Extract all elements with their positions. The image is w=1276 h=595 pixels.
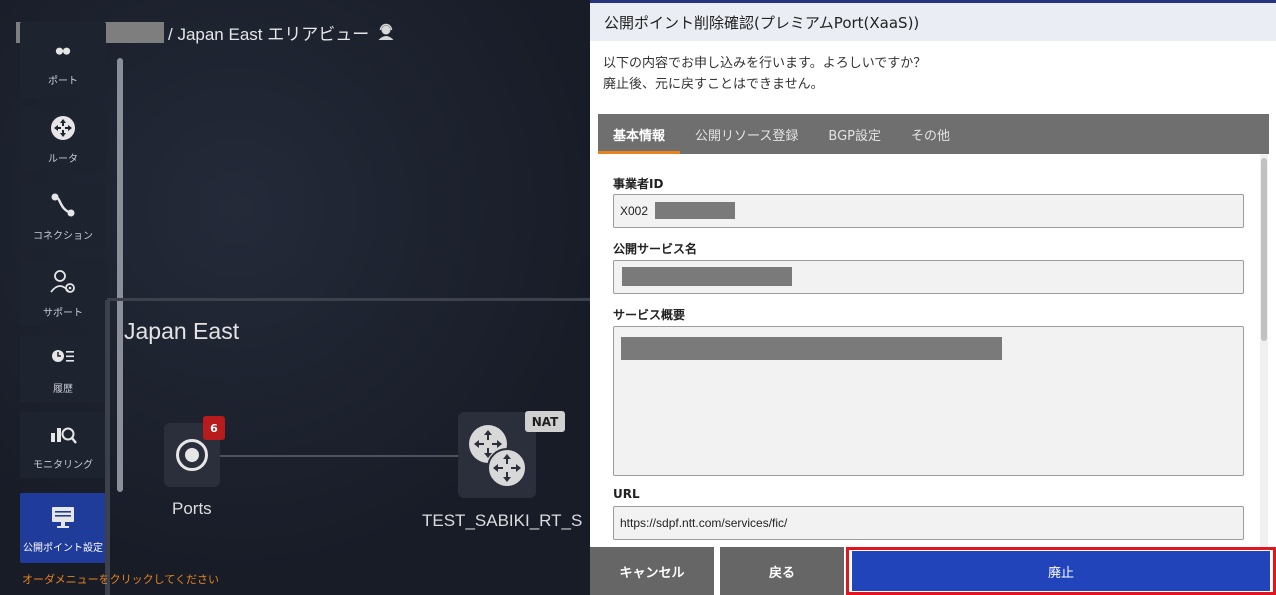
tab-public-resource[interactable]: 公開リソース登録	[680, 114, 813, 154]
sidebar-item-label: 履歴	[53, 383, 73, 395]
operator-id-label: 事業者ID	[613, 177, 664, 191]
sidebar-item-label: コネクション	[33, 230, 93, 242]
area-view: / Japan East エリアビュー ポート ルータ コネクション サポート …	[0, 0, 590, 595]
dialog-message: 以下の内容でお申し込みを行います。よろしいですか？ 廃止後、元に戻すことはできま…	[603, 53, 926, 95]
delete-confirm-dialog: 公開ポイント削除確認(プレミアムPort(XaaS)) 以下の内容でお申し込みを…	[590, 0, 1276, 595]
message-line: 以下の内容でお申し込みを行います。よろしいですか？	[603, 56, 927, 71]
operator-id-value: X002	[620, 204, 649, 218]
monitoring-icon	[51, 427, 77, 444]
sidebar-item-public-point[interactable]: 公開ポイント設定	[20, 493, 106, 563]
support-icon	[50, 269, 75, 293]
port-icon	[55, 47, 71, 55]
router-icon	[51, 115, 75, 140]
sidebar-item-label: 公開ポイント設定	[23, 542, 103, 554]
sidebar-item-label: モニタリング	[33, 459, 93, 471]
sidebar-item-monitoring[interactable]: モニタリング	[20, 412, 106, 478]
url-field[interactable]: https://sdpf.ntt.com/services/fic/	[613, 506, 1244, 540]
sidebar-item-port[interactable]: ポート	[20, 22, 106, 98]
dialog-footer: キャンセル 戻る 廃止	[590, 547, 1276, 595]
service-summary-textarea[interactable]	[613, 326, 1244, 476]
router-label: TEST_SABIKI_RT_S	[422, 511, 583, 530]
url-label: URL	[613, 487, 640, 501]
sidebar-item-label: ルータ	[48, 153, 78, 165]
sidebar-item-router[interactable]: ルータ	[20, 106, 106, 172]
redacted-service-name	[622, 267, 792, 286]
connection-icon	[51, 193, 75, 216]
sidebar-item-label: ポート	[48, 75, 78, 87]
ports-label: Ports	[172, 499, 212, 518]
service-name-label: 公開サービス名	[613, 242, 698, 256]
service-summary-label: サービス概要	[613, 308, 686, 322]
back-button[interactable]: 戻る	[720, 547, 844, 595]
dialog-header: 公開ポイント削除確認(プレミアムPort(XaaS))	[590, 3, 1276, 41]
service-name-field[interactable]	[613, 260, 1244, 294]
redacted-operator-id	[655, 202, 735, 219]
connection-line[interactable]	[220, 455, 460, 457]
operator-id-field[interactable]: X002	[613, 194, 1244, 228]
tab-bgp-settings[interactable]: BGP設定	[813, 114, 896, 154]
sidebar-item-label: サポート	[43, 307, 83, 319]
abolish-button[interactable]: 廃止	[852, 551, 1270, 591]
nat-badge: NAT	[525, 411, 565, 432]
page-title: / Japan East エリアビュー	[168, 24, 370, 44]
tab-basic-info[interactable]: 基本情報	[598, 114, 681, 154]
public-point-icon	[52, 506, 74, 528]
redacted-service-summary	[621, 337, 1002, 360]
url-value: https://sdpf.ntt.com/services/fic/	[620, 516, 788, 530]
form-scrollbar-thumb[interactable]	[1261, 158, 1267, 341]
area-title: Japan East	[124, 318, 240, 344]
tab-bar: 基本情報 公開リソース登録 BGP設定 その他	[598, 114, 1269, 154]
user-headset-icon[interactable]	[377, 23, 395, 41]
basic-info-form: 事業者ID X002 公開サービス名 サービス概要 URL https://sd…	[598, 154, 1260, 547]
cancel-button[interactable]: キャンセル	[590, 547, 714, 595]
message-line: 廃止後、元に戻すことはできません。	[603, 77, 824, 92]
sidebar-item-support[interactable]: サポート	[20, 260, 106, 326]
ports-count-badge: 6	[203, 416, 225, 440]
history-icon	[52, 349, 74, 362]
sidebar-item-history[interactable]: 履歴	[20, 336, 106, 402]
sidebar-item-connection[interactable]: コネクション	[20, 183, 106, 249]
dialog-title: 公開ポイント削除確認(プレミアムPort(XaaS))	[604, 13, 920, 32]
tab-other[interactable]: その他	[896, 114, 965, 154]
